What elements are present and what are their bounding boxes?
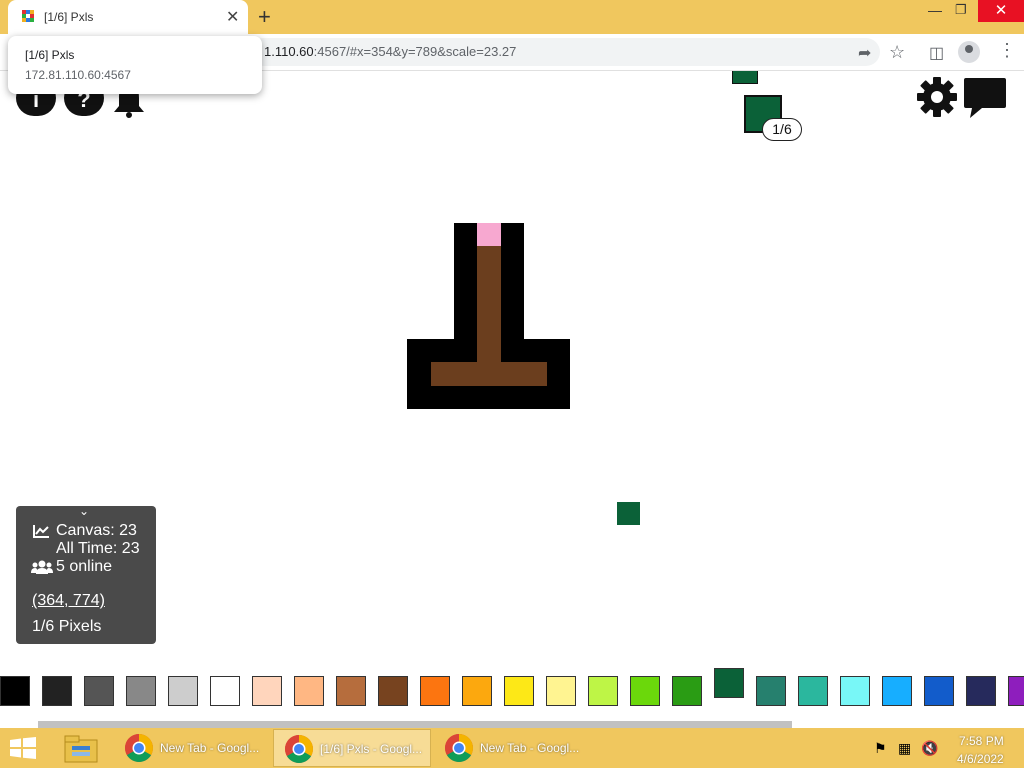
window-minimize-button[interactable]: — <box>928 2 942 18</box>
palette-swatch[interactable] <box>420 676 450 706</box>
palette-swatch[interactable] <box>210 676 240 706</box>
taskbar-item-label: New Tab - Googl... <box>480 741 580 755</box>
file-explorer-icon[interactable] <box>62 732 100 764</box>
taskbar-item-label: [1/6] Pxls - Googl... <box>320 742 423 756</box>
bookmark-star-icon[interactable]: ☆ <box>889 42 905 63</box>
profile-avatar-icon[interactable] <box>958 41 980 63</box>
chrome-menu-icon[interactable]: ⋮ <box>998 40 1016 61</box>
canvas-count: Canvas: 23 <box>56 522 137 539</box>
palette-swatch[interactable] <box>588 676 618 706</box>
gear-icon[interactable] <box>916 76 958 118</box>
window-restore-button[interactable]: ❐ <box>955 2 967 18</box>
chart-icon <box>33 525 49 538</box>
pixels-available: 1/6 Pixels <box>32 618 102 635</box>
tab-pxls[interactable]: [1/6] Pxls ✕ <box>8 0 248 34</box>
art-pink-pixel <box>477 223 501 246</box>
network-icon[interactable]: ▦ <box>898 740 911 757</box>
hover-card-url: 172.81.110.60:4567 <box>25 68 131 82</box>
palette-swatch[interactable] <box>630 676 660 706</box>
palette-swatch[interactable] <box>378 676 408 706</box>
horizontal-scrollbar[interactable] <box>38 721 792 728</box>
art-brown-base <box>431 362 547 386</box>
clock-date[interactable]: 4/6/2022 <box>957 752 1004 766</box>
palette-swatch[interactable] <box>882 676 912 706</box>
palette-swatch[interactable] <box>294 676 324 706</box>
window-close-button[interactable]: ✕ <box>978 0 1024 22</box>
palette-swatch[interactable] <box>924 676 954 706</box>
chat-icon[interactable] <box>962 76 1008 120</box>
palette-swatch[interactable] <box>252 676 282 706</box>
share-icon[interactable]: ➦ <box>858 43 871 63</box>
taskbar-chrome-window[interactable]: New Tab - Googl... <box>434 729 592 767</box>
palette-swatch[interactable] <box>126 676 156 706</box>
palette-swatch[interactable] <box>1008 676 1024 706</box>
taskbar-chrome-window[interactable]: [1/6] Pxls - Googl... <box>273 729 431 767</box>
windows-start-icon[interactable] <box>8 737 38 759</box>
address-path: :4567/#x=354&y=789&scale=23.27 <box>313 44 517 59</box>
browser-tab-strip: [1/6] Pxls ✕ + — ❐ ✕ <box>0 0 1024 34</box>
pixel-stack-top <box>732 71 758 84</box>
address-bar[interactable]: 1.110.60:4567/#x=354&y=789&scale=23.27 <box>250 38 880 66</box>
palette-swatch[interactable] <box>84 676 114 706</box>
color-palette <box>0 668 1024 710</box>
tab-close-icon[interactable]: ✕ <box>226 7 239 27</box>
chevron-down-icon[interactable]: ⌄ <box>79 504 89 518</box>
palette-swatch[interactable] <box>966 676 996 706</box>
palette-swatch[interactable] <box>0 676 30 706</box>
clock-time[interactable]: 7:58 PM <box>959 734 1004 748</box>
chrome-icon <box>285 735 313 763</box>
chrome-icon <box>125 734 153 762</box>
palette-swatch[interactable] <box>336 676 366 706</box>
palette-swatch[interactable] <box>714 668 744 698</box>
info-panel: ⌄ Canvas: 23 All Time: 23 5 online (364,… <box>16 504 156 644</box>
new-tab-button[interactable]: + <box>258 4 271 30</box>
palette-swatch[interactable] <box>840 676 870 706</box>
users-icon <box>31 560 53 574</box>
hover-card-title: [1/6] Pxls <box>25 48 75 62</box>
online-count: 5 online <box>56 558 113 575</box>
taskbar-chrome-window[interactable]: New Tab - Googl... <box>114 729 272 767</box>
placed-green-pixel <box>617 502 640 525</box>
pxls-favicon-icon <box>22 10 34 22</box>
side-panel-icon[interactable]: ◫ <box>929 43 944 63</box>
palette-swatch[interactable] <box>42 676 72 706</box>
chrome-icon <box>445 734 473 762</box>
palette-swatch[interactable] <box>672 676 702 706</box>
palette-swatch[interactable] <box>546 676 576 706</box>
volume-muted-icon[interactable]: 🔇 <box>921 740 938 757</box>
tab-hover-card: [1/6] Pxls 172.81.110.60:4567 <box>8 36 262 94</box>
address-host: 1.110.60 <box>264 44 314 59</box>
taskbar-item-label: New Tab - Googl... <box>160 741 260 755</box>
action-center-flag-icon[interactable]: ⚑ <box>874 740 887 757</box>
palette-swatch[interactable] <box>756 676 786 706</box>
palette-swatch[interactable] <box>462 676 492 706</box>
pixel-stack-badge: 1/6 <box>762 118 802 141</box>
palette-swatch[interactable] <box>504 676 534 706</box>
palette-swatch[interactable] <box>798 676 828 706</box>
palette-swatch[interactable] <box>168 676 198 706</box>
all-time-count: All Time: 23 <box>56 540 140 557</box>
coordinates-link[interactable]: (364, 774) <box>32 592 105 610</box>
address-text: 1.110.60:4567/#x=354&y=789&scale=23.27 <box>264 44 516 59</box>
tab-title: [1/6] Pxls <box>44 10 94 24</box>
